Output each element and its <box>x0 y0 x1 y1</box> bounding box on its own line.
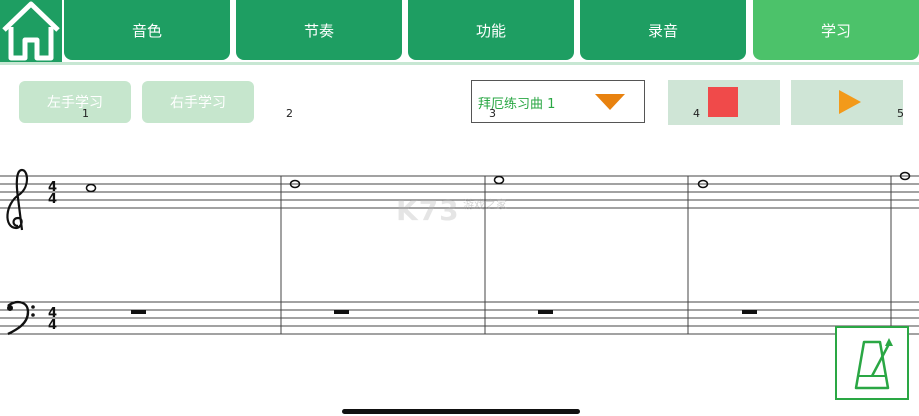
whole-rest <box>334 310 349 314</box>
tab-learn[interactable]: 学习 <box>753 0 919 60</box>
measure-number: 1 <box>82 107 89 120</box>
right-hand-learn-button[interactable]: 右手学习 <box>142 81 254 123</box>
metronome-icon <box>854 338 893 390</box>
whole-notes <box>85 171 911 193</box>
top-nav-bar: 音色 节奏 功能 录音 学习 <box>0 0 919 62</box>
left-hand-learn-button[interactable]: 左手学习 <box>19 81 131 123</box>
song-select-dropdown[interactable]: 拜厄练习曲 1 <box>471 80 645 123</box>
measure-number: 4 <box>693 107 700 120</box>
tab-label: 录音 <box>647 21 678 40</box>
tab-label: 音色 <box>131 21 162 40</box>
whole-rest <box>131 310 146 314</box>
tab-rhythm[interactable]: 节奏 <box>236 0 402 60</box>
measure-number: 5 <box>897 107 904 120</box>
tab-functions[interactable]: 功能 <box>408 0 574 60</box>
whole-note <box>493 175 505 185</box>
music-score: 4 4 4 4 <box>0 168 919 336</box>
whole-rest <box>742 310 757 314</box>
tab-record[interactable]: 录音 <box>580 0 746 60</box>
button-label: 右手学习 <box>170 95 226 111</box>
bass-staff <box>0 301 919 335</box>
button-label: 左手学习 <box>47 95 103 111</box>
measure-number: 2 <box>286 107 293 120</box>
tab-label: 节奏 <box>303 21 334 40</box>
stop-button[interactable] <box>668 80 780 125</box>
home-button[interactable] <box>0 0 62 62</box>
stop-icon <box>708 87 738 117</box>
nav-divider <box>0 62 919 65</box>
whole-rests <box>131 310 757 314</box>
tab-timbre[interactable]: 音色 <box>64 0 230 60</box>
watermark-logo: K73 <box>396 194 460 227</box>
whole-rest <box>538 310 553 314</box>
time-signature-bottom: 4 <box>48 318 57 333</box>
play-icon <box>839 90 861 114</box>
metronome-button[interactable] <box>835 326 909 400</box>
tab-label: 学习 <box>820 21 851 40</box>
watermark-text: 游戏之家 <box>463 198 507 211</box>
whole-note <box>85 183 97 193</box>
measure-number: 3 <box>489 107 496 120</box>
time-signature-bottom: 4 <box>48 192 57 207</box>
home-icon <box>2 1 60 61</box>
tab-label: 功能 <box>475 21 506 40</box>
chevron-down-icon <box>595 94 625 110</box>
home-indicator <box>342 409 580 414</box>
play-button[interactable] <box>791 80 903 125</box>
